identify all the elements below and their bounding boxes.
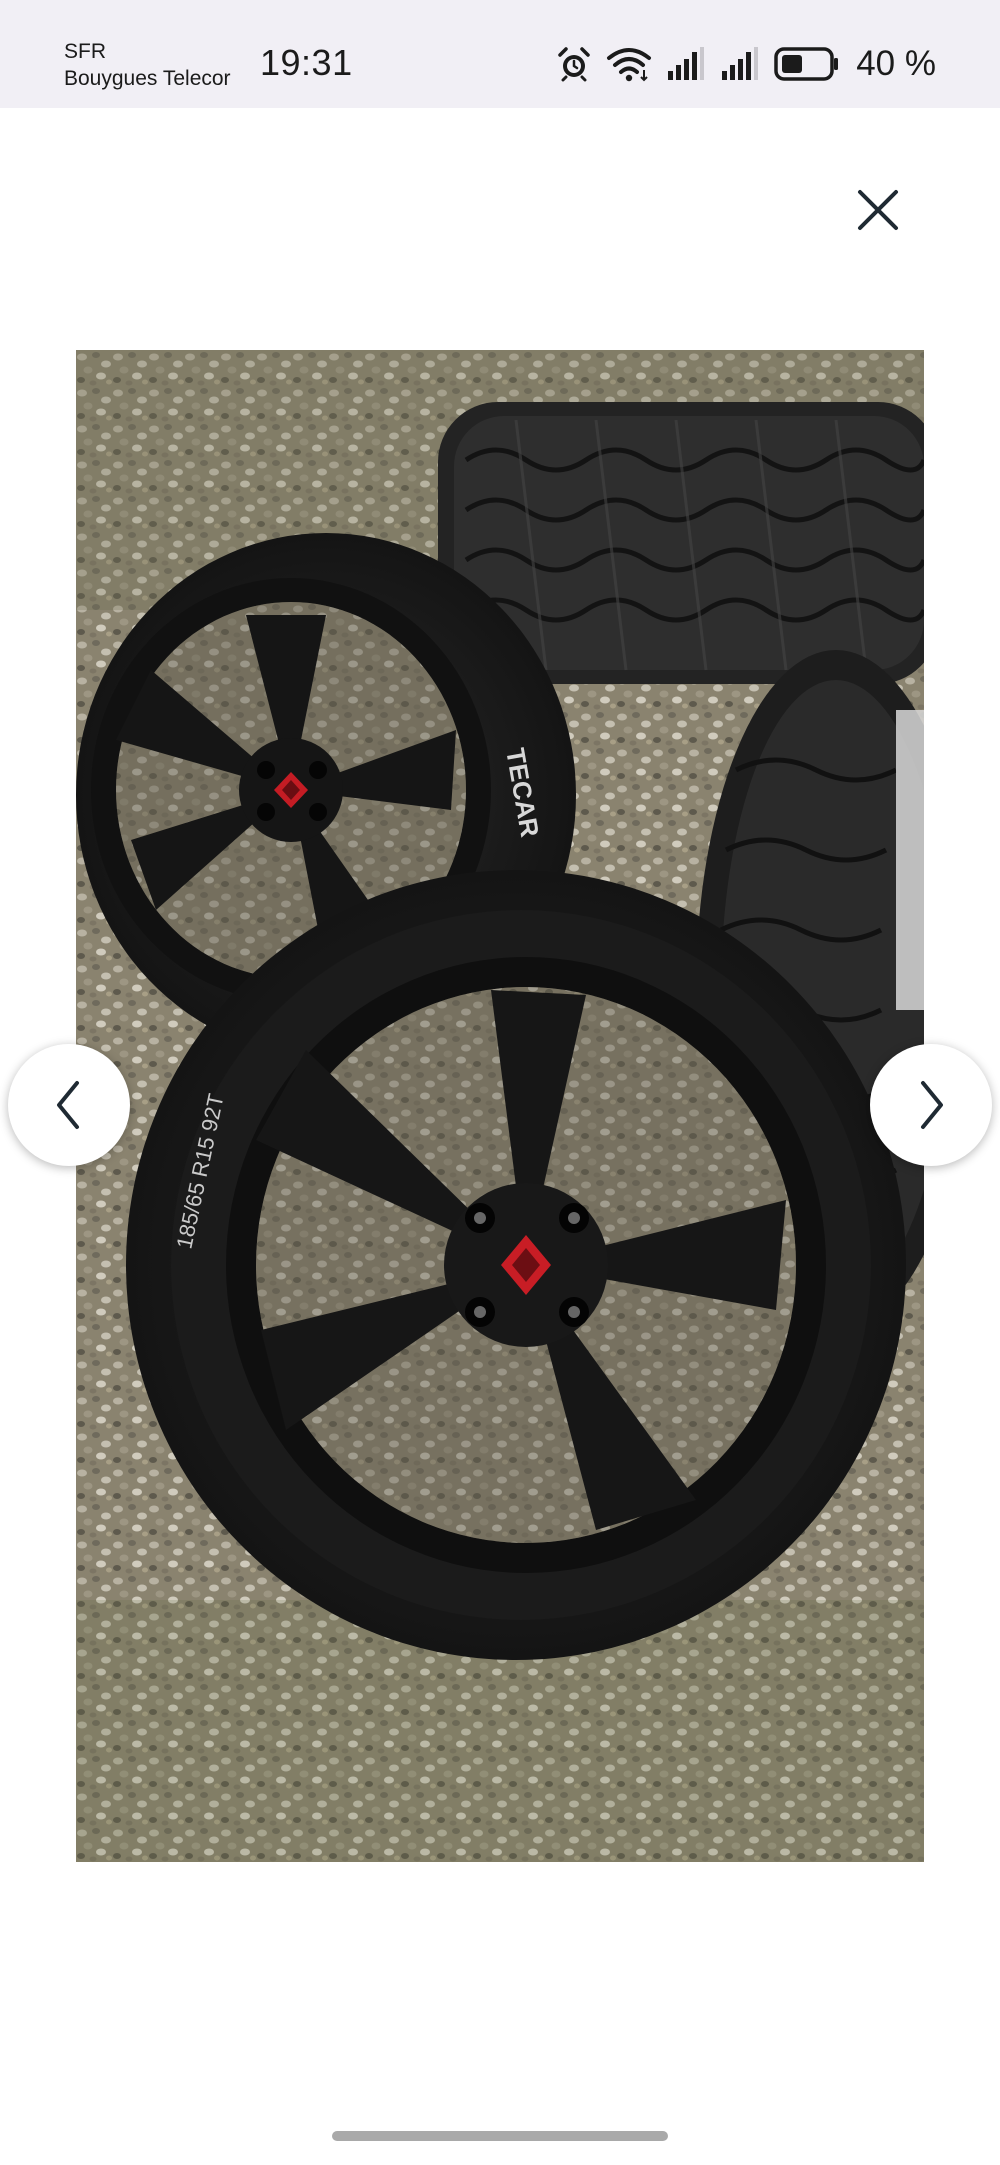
listing-photo: TECAR 185/65 R15 92T	[76, 350, 924, 1862]
signal-icon	[668, 47, 705, 80]
next-photo-button[interactable]	[870, 1044, 992, 1166]
signal-icon	[722, 47, 759, 80]
carrier-label: SFR Bouygues Telecor	[64, 38, 231, 92]
photo-image: TECAR 185/65 R15 92T	[76, 350, 924, 1862]
chevron-right-icon	[921, 1081, 943, 1129]
home-indicator[interactable]	[332, 2131, 668, 2141]
status-bar: SFR Bouygues Telecor 19:31 40 %	[0, 0, 1000, 108]
wifi-icon	[607, 48, 652, 82]
status-icons: 40 %	[556, 40, 936, 88]
previous-photo-button[interactable]	[8, 1044, 130, 1166]
battery-percent: 40 %	[856, 44, 936, 83]
alarm-icon	[558, 47, 590, 82]
close-button[interactable]	[848, 180, 908, 240]
battery-icon	[774, 47, 839, 81]
carrier-secondary: Bouygues Telecor	[64, 67, 231, 90]
chevron-left-icon	[57, 1081, 79, 1129]
close-icon	[858, 190, 898, 230]
wheel-front: 185/65 R15 92T	[126, 870, 906, 1660]
carrier-primary: SFR	[64, 40, 106, 63]
status-time: 19:31	[260, 42, 353, 83]
